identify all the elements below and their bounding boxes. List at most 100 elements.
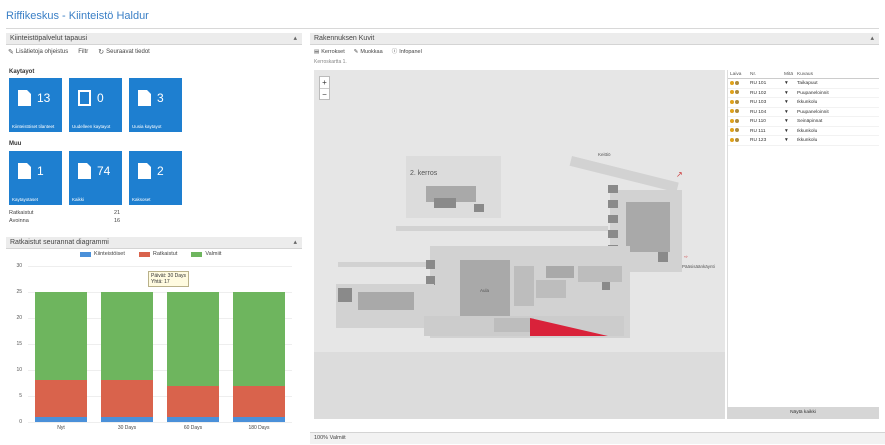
bar-segment[interactable] [101,380,153,417]
bar-segment[interactable] [101,292,153,381]
room-list-row[interactable]: RU 111 ▼ Ikkunkolu [728,127,879,136]
map-room[interactable] [536,280,566,298]
room-list-row[interactable]: RU 102 ▼ Puupaneloinnit [728,89,879,98]
legend-item[interactable]: Ratkaistut [138,251,177,257]
chart-panel-title: Ratkaistut seurannat diagrammi [10,239,109,246]
floors-label: Kerrokset [321,49,345,55]
tile-group2-3[interactable]: 2 Kaksoset [129,151,182,205]
map-room[interactable] [514,266,534,306]
show-all-button[interactable]: Näytä kaikki [727,407,879,419]
col-header[interactable]: Nr. [748,70,782,78]
map-footer-status: 100% Valmiit [310,432,885,444]
bar-segment[interactable] [233,292,285,386]
bar-segment[interactable] [233,385,285,417]
map-room[interactable] [608,215,618,223]
room-mark: ▼ [784,128,789,134]
map-panel-title: Rakennuksen Kuvit [314,35,375,42]
room-list-row[interactable]: RU 103 ▼ Ikkunkolu [728,98,879,108]
warning-icon [730,128,734,133]
bar-segment[interactable] [167,292,219,386]
bar-segment[interactable] [35,292,87,381]
tile-label: Kiinteistöiset tilanteet [12,124,55,129]
map-room[interactable] [434,198,456,208]
grid-line [28,266,292,267]
outdoor-area [314,352,725,419]
tool-info-button[interactable]: ✎ Lisätietoja ohjeistus [8,47,68,58]
document-icon [138,90,151,106]
map-room[interactable] [658,252,668,262]
map-room[interactable] [608,230,618,238]
y-tick-label: 5 [19,393,22,399]
y-tick-label: 30 [16,263,22,269]
col-header[interactable]: Kuvaus [795,70,879,78]
tile-label: Kaikki [72,197,85,202]
bar-segment[interactable] [35,380,87,417]
room-list-row[interactable]: RU 104 ▼ Puupaneloinnit [728,108,879,117]
floor-map[interactable]: + − 2. kerros Keittiö Aula ⇨ Pääsisäänkä… [314,70,725,419]
zoom-in-button[interactable]: + [320,77,329,88]
floors-button[interactable]: ▤ Kerrokset [314,47,345,57]
room-list-body: RU 101 ▼ Taikapuut RU 102 ▼ Puupaneloinnit RU … [728,79,879,146]
map-room[interactable] [626,202,670,252]
map-room[interactable] [608,185,618,193]
legend-item[interactable]: Kiinteistöiset [80,251,125,257]
room-list-row[interactable]: RU 101 ▼ Taikapuut [728,79,879,89]
map-room[interactable] [578,266,622,282]
group2-label: Muu [9,141,22,147]
map-room[interactable] [608,200,618,208]
stat-label: Ratkaistut [9,210,34,216]
gear-icon [735,137,739,142]
y-tick-label: 0 [19,419,22,425]
legend-label: Valmiit [205,251,222,257]
tile-group1-2[interactable]: 0 Uudelleen kaytayot [69,78,122,132]
col-header[interactable]: Mitä [782,70,795,78]
room-desc: Ikkunkolu [797,128,818,134]
info-button[interactable]: ⓘ Infopanel [392,47,422,57]
col-header[interactable]: Laiva [728,70,748,78]
map-room[interactable] [338,288,352,302]
tile-group1-1[interactable]: 13 Kiinteistöiset tilanteet [9,78,62,132]
bar-segment[interactable] [167,416,219,422]
tile-count: 1 [37,164,44,178]
edit-button[interactable]: ✎ Muokkaa [354,47,383,57]
tile-group2-2[interactable]: 74 Kaikki [69,151,122,205]
x-tick-label: 30 Days [117,425,137,431]
warning-icon [730,137,734,142]
map-room[interactable] [474,204,484,212]
room-list-row[interactable]: RU 123 ▼ Ikkunkolu [728,136,879,146]
map-room[interactable] [494,318,534,332]
zoom-out-button[interactable]: − [320,88,329,99]
map-room[interactable] [426,260,435,269]
document-icon [18,90,31,106]
left-panel-header[interactable]: Kiinteistöpalvelut tapausi ▴ [6,33,302,45]
bar-segment[interactable] [35,416,87,422]
map-room[interactable] [358,292,414,310]
tile-count: 0 [97,91,104,105]
chevron-up-icon[interactable]: ▴ [870,33,874,45]
legend-item[interactable]: Valmiit [191,251,221,257]
tile-label: Kaytayotaset [12,197,39,202]
highlighted-zone[interactable] [530,318,608,336]
map-panel-header[interactable]: Rakennuksen Kuvit ▴ [310,33,879,45]
chevron-up-icon[interactable]: ▴ [293,237,297,249]
tile-group1-3[interactable]: 3 Uusia kaytayot [129,78,182,132]
refresh-icon: ↻ [98,49,105,56]
gear-icon [735,80,739,85]
bar-segment[interactable] [101,416,153,422]
tool-filter-button[interactable]: Filtr [78,47,88,58]
chevron-up-icon[interactable]: ▴ [293,33,297,45]
chart-panel-header[interactable]: Ratkaistut seurannat diagrammi ▴ [6,237,302,249]
wrench-icon: ✎ [8,49,14,56]
room-list-row[interactable]: RU 110 ▼ Seinäpinnat [728,117,879,127]
map-room[interactable] [602,282,610,290]
bar-segment[interactable] [233,416,285,422]
map-subtitle: Kerroskartta 1. [314,59,347,65]
map-room[interactable] [546,266,574,278]
room-desc: Ikkunkolu [797,100,818,105]
warning-icon [730,118,734,123]
tool-refresh-button[interactable]: ↻ Seuraavat tiedot [98,47,150,58]
tile-group2-1[interactable]: 1 Kaytayotaset [9,151,62,205]
legend-swatch [80,251,91,257]
bar-segment[interactable] [167,385,219,417]
info-icon: ⓘ [391,49,398,55]
